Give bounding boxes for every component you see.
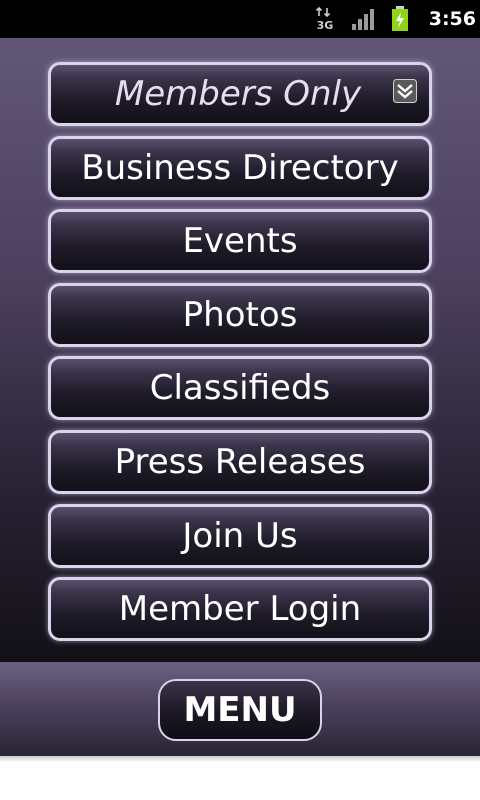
menu-button[interactable]: MENU <box>158 679 322 741</box>
battery-charging-icon <box>392 6 408 31</box>
members-only-dropdown[interactable]: Members Only <box>48 62 432 126</box>
menu-item-press-releases[interactable]: Press Releases <box>48 429 432 494</box>
menu-item-classifieds[interactable]: Classifieds <box>48 356 432 421</box>
menu-item-join-us[interactable]: Join Us <box>48 503 432 568</box>
bottom-bar: MENU <box>0 662 480 756</box>
menu-item-member-login[interactable]: Member Login <box>48 577 432 642</box>
status-bar: 3G 3:56 <box>0 0 480 38</box>
main-content: Members Only Business Directory Events P… <box>0 38 480 662</box>
network-type-label: 3G <box>317 19 334 32</box>
status-time: 3:56 <box>428 8 476 30</box>
menu-item-events[interactable]: Events <box>48 209 432 274</box>
menu-item-photos[interactable]: Photos <box>48 282 432 347</box>
menu-list: Members Only Business Directory Events P… <box>48 62 432 651</box>
menu-item-business-directory[interactable]: Business Directory <box>48 135 432 200</box>
app-screen: 3G 3:56 Members Only Business Directory … <box>0 0 480 800</box>
chevron-down-icon <box>393 79 417 103</box>
bottom-divider <box>0 756 480 762</box>
signal-icon <box>352 9 374 30</box>
network-3g-icon: 3G <box>315 6 334 32</box>
dropdown-label: Members Only <box>114 74 362 114</box>
